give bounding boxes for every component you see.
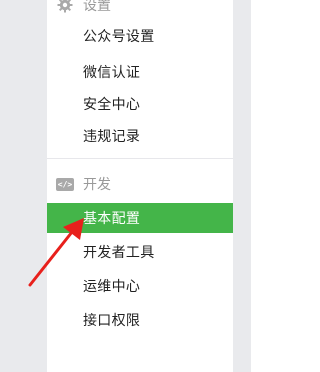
section-label-development: 开发	[83, 177, 111, 193]
menu-item-basic-config[interactable]: 基本配置	[47, 203, 233, 233]
sidebar-menu: 设置 公众号设置 微信认证 安全中心 违规记录 </> 开发 基本配置 开发者工…	[47, 0, 233, 372]
menu-item-security-center[interactable]: 安全中心	[47, 89, 233, 119]
section-header-development: </> 开发	[47, 171, 233, 197]
code-icon: </>	[56, 177, 74, 191]
left-background-panel	[0, 0, 47, 372]
menu-item-label: 违规记录	[83, 129, 141, 145]
menu-item-label: 接口权限	[83, 313, 141, 329]
section-header-settings: 设置	[47, 0, 233, 18]
menu-item-ops-center[interactable]: 运维中心	[47, 271, 233, 301]
section-divider	[47, 158, 233, 159]
section-label-settings: 设置	[83, 0, 111, 14]
menu-item-api-permissions[interactable]: 接口权限	[47, 305, 233, 335]
right-background-panel	[233, 0, 251, 372]
gear-icon	[56, 0, 74, 13]
menu-item-account-settings[interactable]: 公众号设置	[47, 21, 233, 51]
menu-item-label: 安全中心	[83, 97, 141, 113]
menu-item-label: 基本配置	[83, 211, 141, 227]
menu-item-violation-records[interactable]: 违规记录	[47, 121, 233, 151]
menu-item-label: 运维中心	[83, 279, 141, 295]
menu-item-label: 微信认证	[83, 65, 141, 81]
menu-item-label: 开发者工具	[83, 245, 155, 261]
menu-item-developer-tools[interactable]: 开发者工具	[47, 237, 233, 267]
menu-item-label: 公众号设置	[83, 29, 155, 45]
menu-item-wechat-verification[interactable]: 微信认证	[47, 57, 233, 87]
